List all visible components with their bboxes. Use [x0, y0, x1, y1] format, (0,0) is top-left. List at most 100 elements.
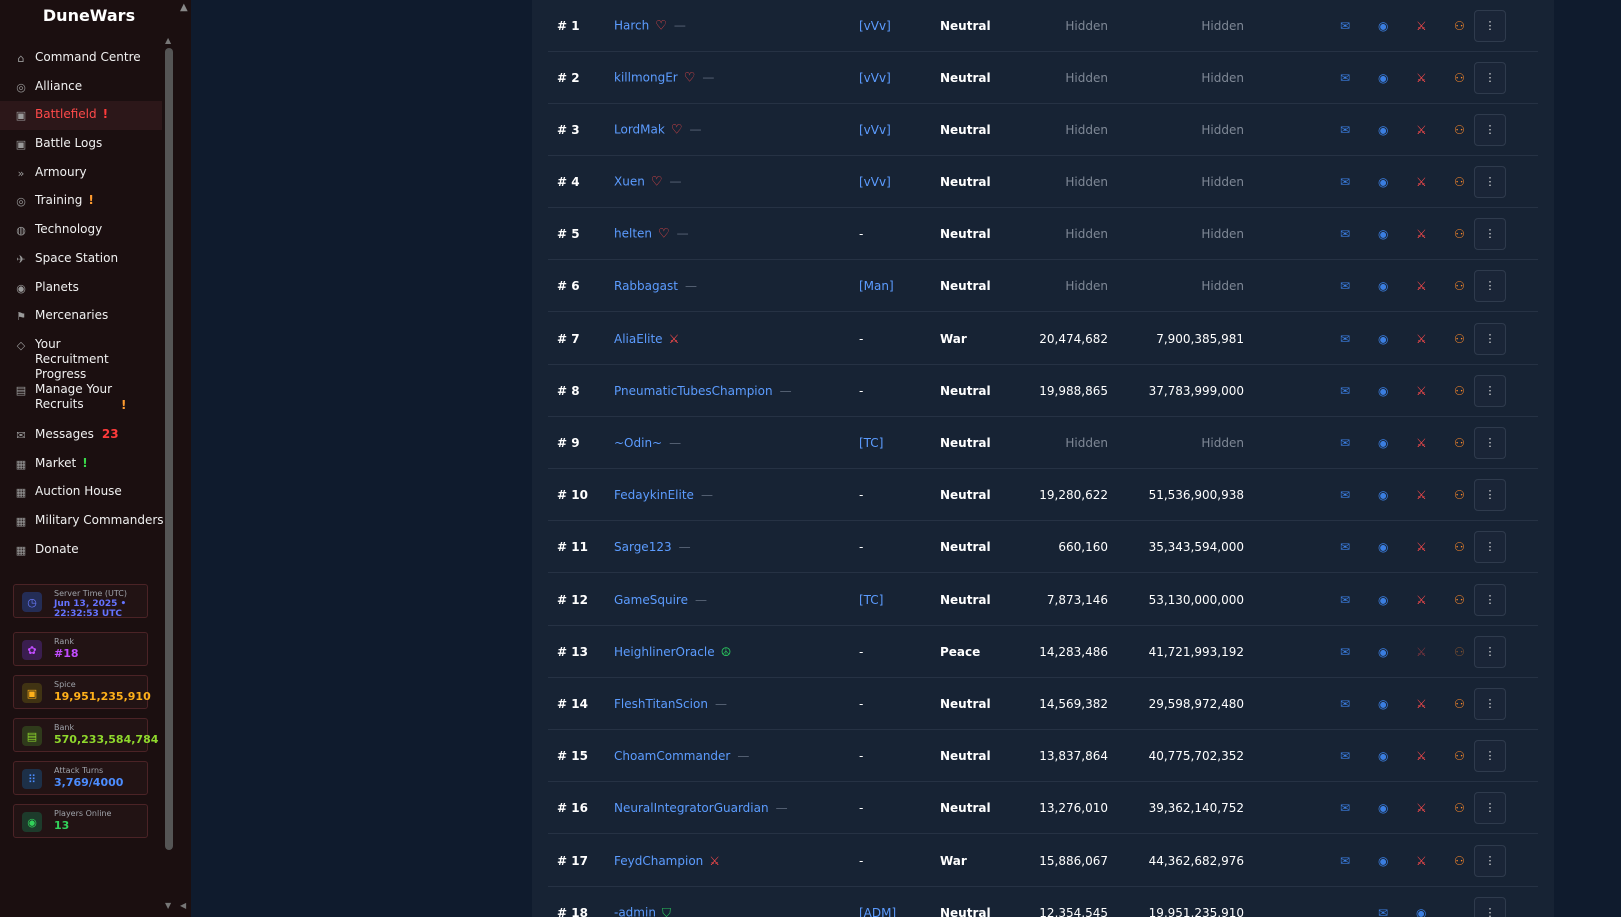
player-name-link[interactable]: killmongEr — [614, 71, 678, 85]
player-name-link[interactable]: PneumaticTubesChampion — [614, 384, 773, 398]
alliance-cell[interactable]: [vVv] — [859, 123, 891, 137]
player-name-cell[interactable]: AliaElite ⚔ — [614, 332, 679, 346]
users-icon[interactable]: ⚇ — [1454, 488, 1465, 502]
attack-icon[interactable]: ⚔ — [1416, 19, 1427, 33]
mail-icon[interactable]: ✉ — [1340, 71, 1350, 85]
eye-icon[interactable]: ◉ — [1378, 697, 1388, 711]
row-menu-button[interactable]: ⋮ — [1474, 530, 1506, 563]
sidebar-item-mercenaries[interactable]: ⚑ Mercenaries — [0, 302, 162, 331]
sidebar-item-your-recruitment-progress[interactable]: ◇ Your Recruitment Progress — [0, 331, 162, 381]
mail-icon[interactable]: ✉ — [1340, 175, 1350, 189]
eye-icon[interactable]: ◉ — [1378, 854, 1388, 868]
mail-icon[interactable]: ✉ — [1340, 540, 1350, 554]
row-menu-button[interactable]: ⋮ — [1474, 687, 1506, 720]
player-name-link[interactable]: -admin — [614, 906, 656, 917]
users-icon[interactable]: ⚇ — [1454, 540, 1465, 554]
row-menu-button[interactable]: ⋮ — [1474, 478, 1506, 511]
users-icon[interactable]: ⚇ — [1454, 593, 1465, 607]
alliance-cell[interactable]: [Man] — [859, 279, 894, 293]
attack-icon[interactable]: ⚔ — [1416, 279, 1427, 293]
row-menu-button[interactable]: ⋮ — [1474, 269, 1506, 302]
player-name-cell[interactable]: Xuen ♡ — — [614, 174, 681, 189]
player-name-cell[interactable]: FleshTitanScion — — [614, 697, 727, 711]
mail-icon[interactable]: ✉ — [1340, 227, 1350, 241]
mail-icon[interactable]: ✉ — [1340, 801, 1350, 815]
player-name-cell[interactable]: killmongEr ♡ — — [614, 70, 714, 85]
player-name-cell[interactable]: GameSquire — — [614, 593, 707, 607]
attack-icon[interactable]: ⚔ — [1416, 175, 1427, 189]
mail-icon[interactable]: ✉ — [1340, 593, 1350, 607]
mail-icon[interactable]: ✉ — [1340, 384, 1350, 398]
player-name-link[interactable]: FedaykinElite — [614, 488, 694, 502]
player-name-cell[interactable]: Rabbagast — — [614, 279, 697, 293]
player-name-link[interactable]: ~Odin~ — [614, 436, 662, 450]
row-menu-button[interactable]: ⋮ — [1474, 61, 1506, 94]
users-icon[interactable]: ⚇ — [1454, 71, 1465, 85]
attack-icon[interactable]: ⚔ — [1416, 697, 1427, 711]
users-icon[interactable]: ⚇ — [1454, 801, 1465, 815]
mail-icon[interactable]: ✉ — [1340, 19, 1350, 33]
brand-logo[interactable]: DuneWars — [0, 6, 178, 25]
eye-icon[interactable]: ◉ — [1378, 749, 1388, 763]
player-name-link[interactable]: Rabbagast — [614, 279, 678, 293]
mail-icon[interactable]: ✉ — [1378, 906, 1388, 917]
player-name-cell[interactable]: FeydChampion ⚔ — [614, 854, 720, 868]
alliance-cell[interactable]: [ADM] — [859, 906, 896, 917]
player-name-link[interactable]: NeuralIntegratorGuardian — [614, 801, 769, 815]
attack-icon[interactable]: ⚔ — [1416, 436, 1427, 450]
users-icon[interactable]: ⚇ — [1454, 384, 1465, 398]
eye-icon[interactable]: ◉ — [1378, 175, 1388, 189]
player-name-cell[interactable]: ~Odin~ — — [614, 436, 681, 450]
player-name-cell[interactable]: Sarge123 — — [614, 540, 691, 554]
eye-icon[interactable]: ◉ — [1378, 436, 1388, 450]
eye-icon[interactable]: ◉ — [1378, 123, 1388, 137]
mail-icon[interactable]: ✉ — [1340, 697, 1350, 711]
mail-icon[interactable]: ✉ — [1340, 749, 1350, 763]
attack-icon[interactable]: ⚔ — [1416, 123, 1427, 137]
scroll-up-icon[interactable]: ▲ — [165, 36, 171, 45]
sidebar-item-manage-your-recruits[interactable]: ▤ Manage Your Recruits! — [0, 376, 162, 421]
attack-icon[interactable]: ⚔ — [1416, 384, 1427, 398]
eye-icon[interactable]: ◉ — [1378, 19, 1388, 33]
attack-icon[interactable]: ⚔ — [1416, 854, 1427, 868]
player-name-link[interactable]: ChoamCommander — [614, 749, 730, 763]
player-name-link[interactable]: helten — [614, 227, 652, 241]
mail-icon[interactable]: ✉ — [1340, 436, 1350, 450]
users-icon[interactable]: ⚇ — [1454, 279, 1465, 293]
row-menu-button[interactable]: ⋮ — [1474, 739, 1506, 772]
sidebar-item-armoury[interactable]: » Armoury — [0, 159, 162, 188]
attack-icon[interactable]: ⚔ — [1416, 332, 1427, 346]
row-menu-button[interactable]: ⋮ — [1474, 426, 1506, 459]
eye-icon[interactable]: ◉ — [1378, 645, 1388, 659]
attack-icon[interactable]: ⚔ — [1416, 540, 1427, 554]
mail-icon[interactable]: ✉ — [1340, 279, 1350, 293]
row-menu-button[interactable]: ⋮ — [1474, 165, 1506, 198]
alliance-cell[interactable]: [vVv] — [859, 71, 891, 85]
player-name-link[interactable]: FeydChampion — [614, 854, 703, 868]
mail-icon[interactable]: ✉ — [1340, 332, 1350, 346]
collapse-sidebar-icon[interactable]: ▲ — [180, 2, 188, 13]
player-name-cell[interactable]: HeighlinerOracle ☮ — [614, 645, 731, 659]
sidebar-item-messages[interactable]: ✉ Messages 23 — [0, 421, 162, 450]
users-icon[interactable]: ⚇ — [1454, 332, 1465, 346]
row-menu-button[interactable]: ⋮ — [1474, 844, 1506, 877]
eye-icon[interactable]: ◉ — [1378, 279, 1388, 293]
player-name-link[interactable]: Sarge123 — [614, 540, 672, 554]
player-name-link[interactable]: FleshTitanScion — [614, 697, 708, 711]
eye-icon[interactable]: ◉ — [1378, 593, 1388, 607]
player-name-cell[interactable]: -admin ⛉ — [614, 905, 671, 917]
alliance-cell[interactable]: [TC] — [859, 436, 883, 450]
player-name-cell[interactable]: NeuralIntegratorGuardian — — [614, 801, 788, 815]
sidebar-item-training[interactable]: ◎ Training! — [0, 187, 162, 216]
eye-icon[interactable]: ◉ — [1378, 801, 1388, 815]
sidebar-item-technology[interactable]: ◍ Technology — [0, 216, 162, 245]
sidebar-item-space-station[interactable]: ✈ Space Station — [0, 245, 162, 274]
sidebar-item-alliance[interactable]: ◎ Alliance — [0, 73, 162, 102]
users-icon[interactable]: ⚇ — [1454, 854, 1465, 868]
attack-icon[interactable]: ⚔ — [1416, 71, 1427, 85]
attack-icon[interactable]: ⚔ — [1416, 593, 1427, 607]
attack-icon[interactable]: ⚔ — [1416, 488, 1427, 502]
eye-icon[interactable]: ◉ — [1378, 384, 1388, 398]
row-menu-button[interactable]: ⋮ — [1474, 9, 1506, 42]
sidebar-item-battlefield[interactable]: ▣ Battlefield! — [0, 101, 162, 131]
